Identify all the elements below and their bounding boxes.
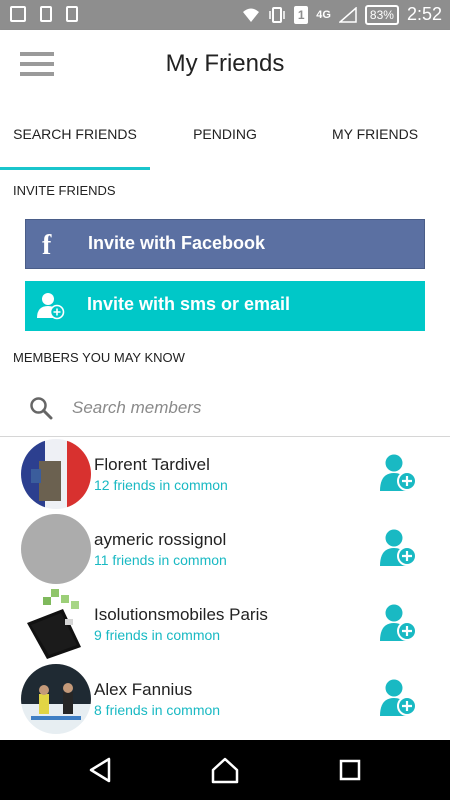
member-search-bar bbox=[0, 380, 450, 437]
notification-icons bbox=[10, 6, 78, 22]
page-title: My Friends bbox=[165, 50, 285, 77]
invite-facebook-label: Invite with Facebook bbox=[88, 233, 266, 253]
signal-icon bbox=[338, 6, 357, 23]
home-icon[interactable] bbox=[210, 755, 240, 785]
facebook-icon: f bbox=[42, 230, 52, 261]
avatar bbox=[21, 439, 91, 509]
members-heading: MEMBERS YOU MAY KNOW bbox=[13, 350, 185, 365]
invite-facebook-button[interactable]: f Invite with Facebook bbox=[25, 219, 425, 269]
no-sim-icon bbox=[66, 6, 78, 22]
invite-sms-email-button[interactable]: Invite with sms or email bbox=[25, 281, 425, 331]
back-icon[interactable] bbox=[85, 755, 115, 785]
friends-in-common: 8 friends in common bbox=[94, 702, 221, 718]
search-icon bbox=[30, 397, 53, 420]
invite-sms-email-label: Invite with sms or email bbox=[87, 294, 291, 314]
invite-friends-heading: INVITE FRIENDS bbox=[13, 183, 116, 198]
list-item[interactable]: Alex Fannius 8 friends in common bbox=[0, 662, 450, 737]
system-navigation-bar bbox=[0, 740, 450, 800]
member-name: Isolutionsmobiles Paris bbox=[94, 605, 268, 624]
tab-bar: SEARCH FRIENDS PENDING MY FRIENDS bbox=[0, 100, 450, 170]
add-friend-icon[interactable] bbox=[380, 528, 418, 568]
tab-my-friends[interactable]: MY FRIENDS bbox=[300, 100, 450, 170]
friends-in-common: 9 friends in common bbox=[94, 627, 221, 643]
add-friend-icon[interactable] bbox=[380, 603, 418, 643]
list-item[interactable]: Florent Tardivel 12 friends in common bbox=[0, 437, 450, 512]
avatar bbox=[21, 589, 91, 659]
add-friend-icon[interactable] bbox=[380, 678, 418, 718]
vibrate-icon bbox=[269, 6, 285, 23]
phone-icon bbox=[40, 6, 52, 22]
wifi-icon bbox=[243, 8, 260, 22]
sim-badge: 1 bbox=[294, 5, 309, 24]
member-name: Florent Tardivel bbox=[94, 455, 210, 474]
status-bar: 1 4G 83% 2:52 bbox=[0, 0, 450, 30]
app-bar: My Friends bbox=[0, 30, 450, 100]
tab-search-friends[interactable]: SEARCH FRIENDS bbox=[0, 100, 150, 170]
friends-in-common: 12 friends in common bbox=[94, 477, 228, 493]
tab-pending[interactable]: PENDING bbox=[150, 100, 300, 170]
avatar bbox=[21, 664, 91, 734]
member-name: aymeric rossignol bbox=[94, 530, 227, 549]
clock: 2:52 bbox=[406, 4, 442, 24]
list-item[interactable]: aymeric rossignol 11 friends in common bbox=[0, 512, 450, 587]
network-type: 4G bbox=[316, 8, 331, 21]
friends-in-common: 11 friends in common bbox=[94, 552, 227, 568]
avatar bbox=[21, 514, 91, 584]
gallery-icon bbox=[10, 6, 26, 22]
system-icons: 1 4G 83% 2:52 bbox=[242, 4, 442, 25]
add-user-icon bbox=[37, 293, 65, 320]
add-friend-icon[interactable] bbox=[380, 453, 418, 493]
recent-apps-icon[interactable] bbox=[335, 755, 365, 785]
list-item[interactable]: Isolutionsmobiles Paris 9 friends in com… bbox=[0, 587, 450, 662]
battery-level: 83% bbox=[364, 4, 399, 25]
search-members-input[interactable] bbox=[70, 394, 414, 422]
member-name: Alex Fannius bbox=[94, 680, 193, 699]
